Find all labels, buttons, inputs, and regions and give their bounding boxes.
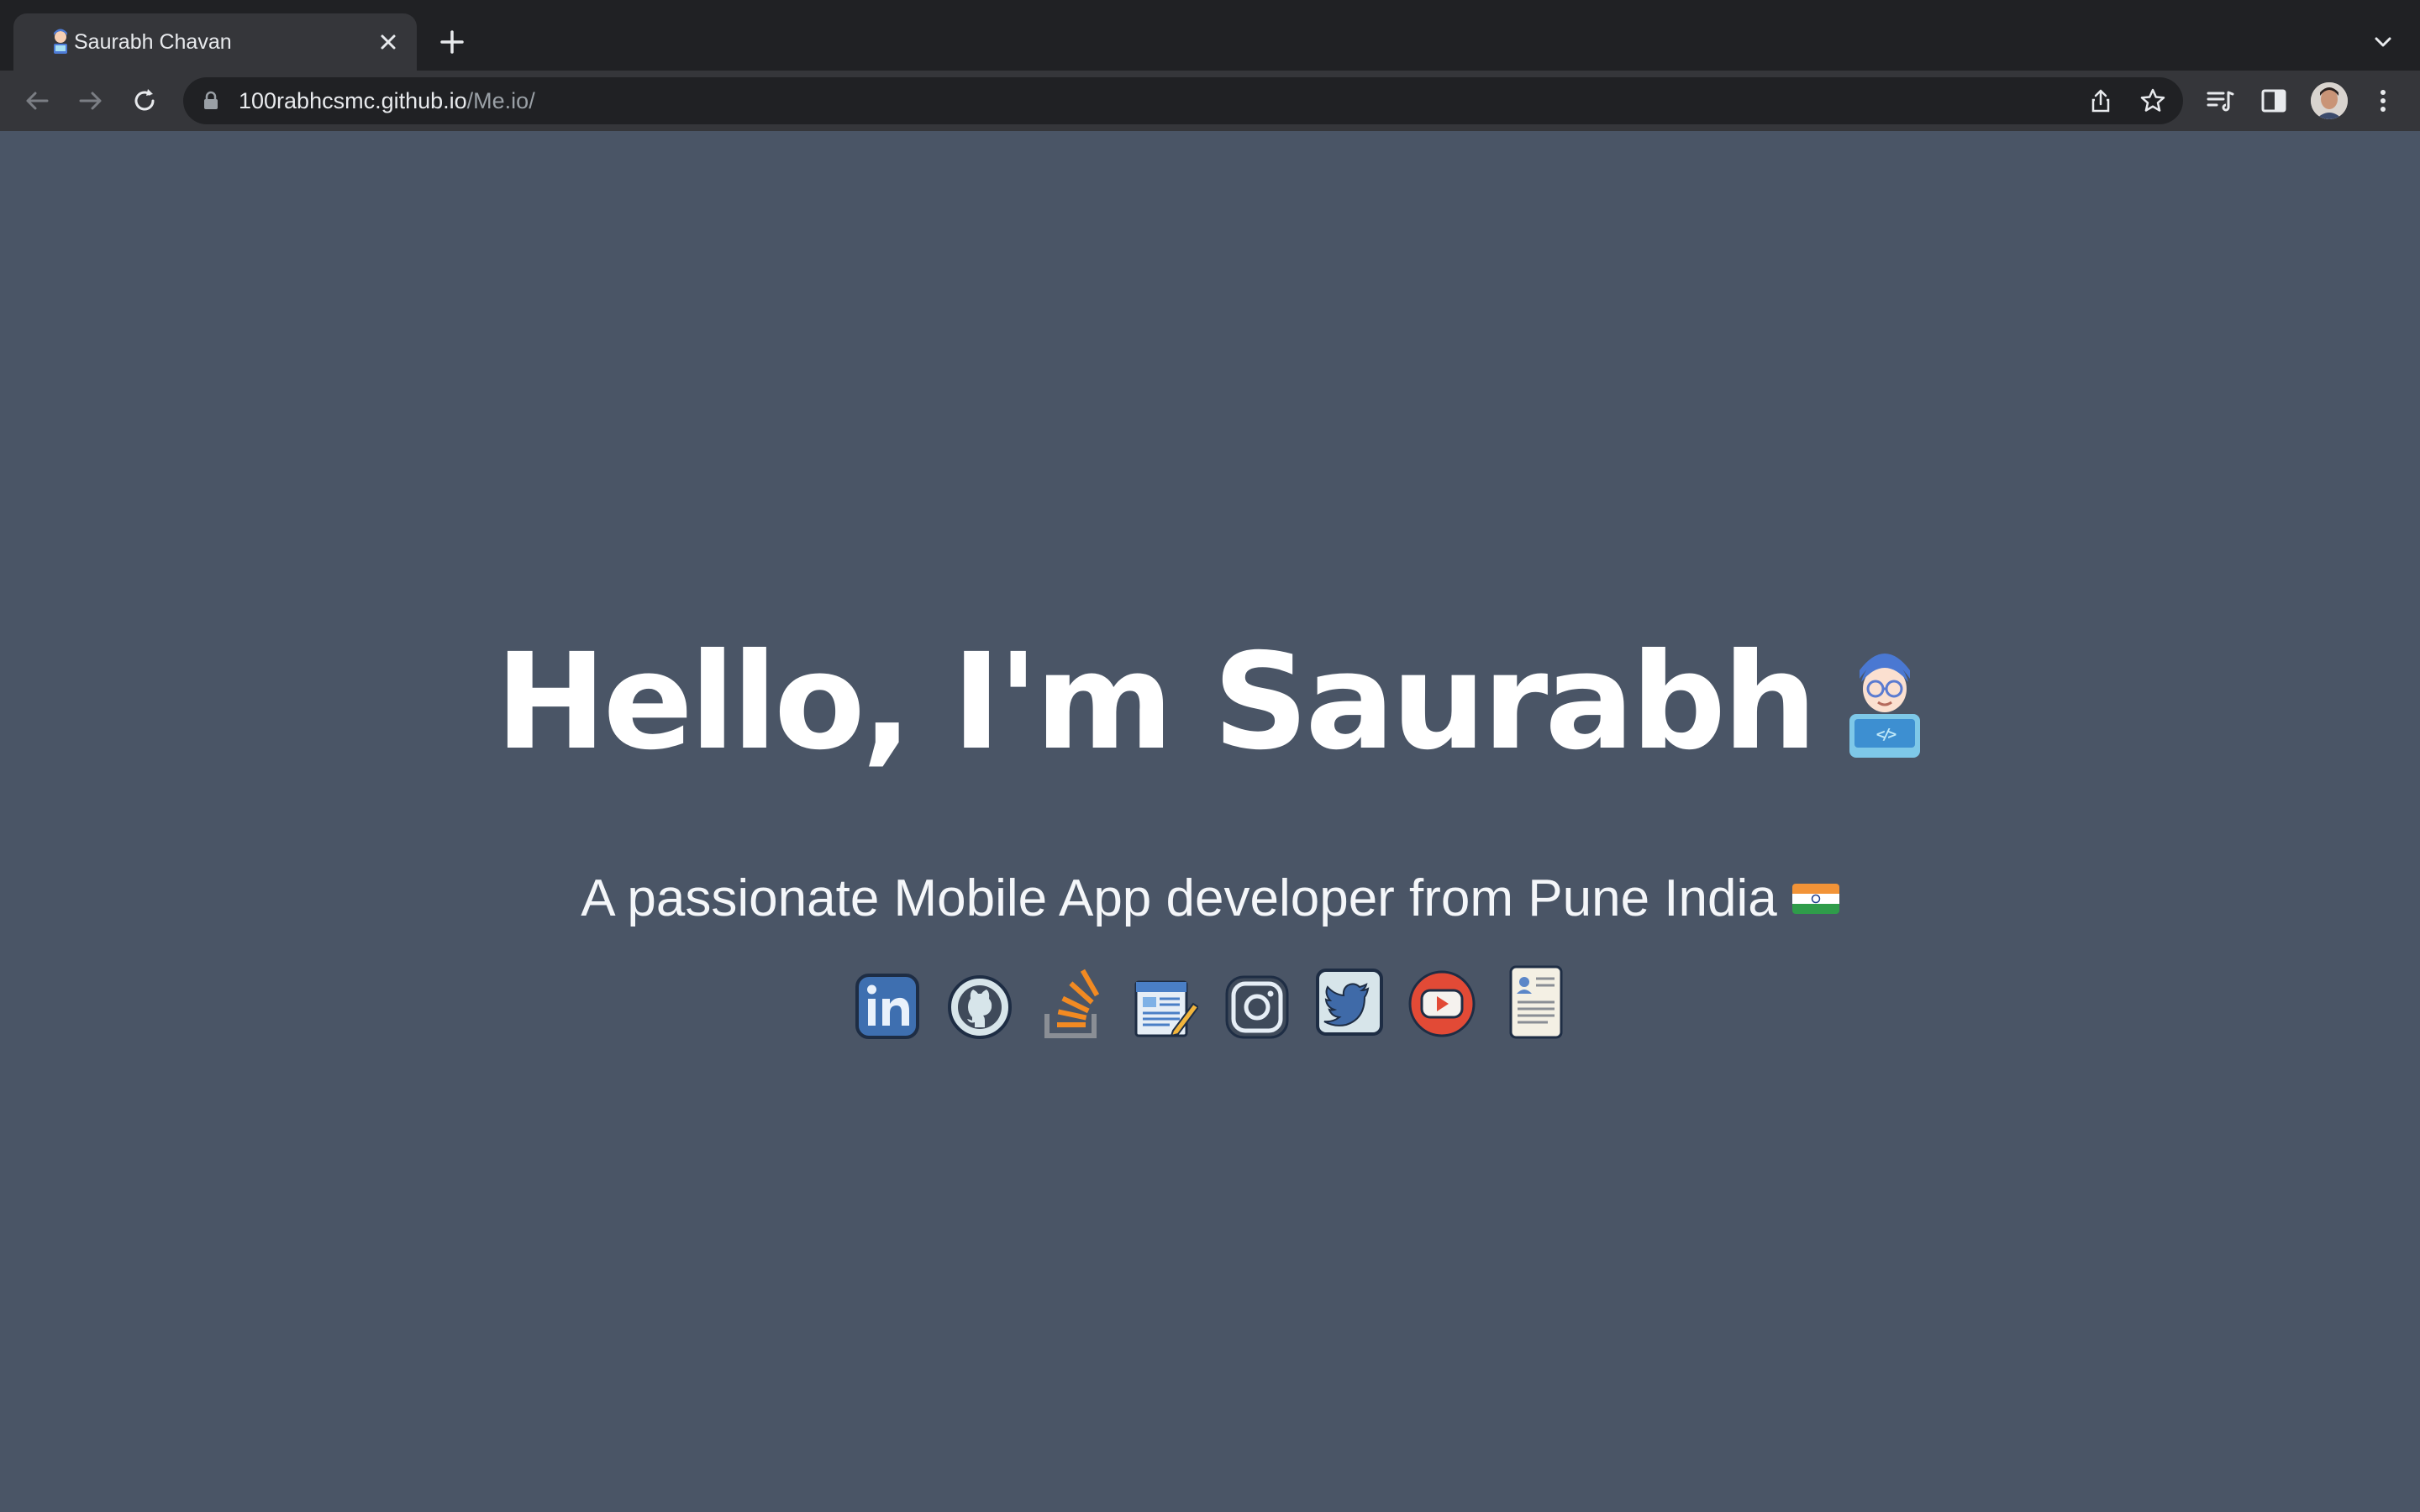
close-tab-icon[interactable] [375, 29, 402, 55]
profile-photo-icon [2311, 82, 2348, 119]
stackoverflow-icon [1044, 969, 1100, 1038]
twitter-link[interactable] [1316, 965, 1383, 1041]
blog-link[interactable] [1131, 965, 1200, 1041]
tab-title: Saurabh Chavan [74, 30, 232, 54]
resume-link[interactable] [1501, 965, 1568, 1041]
linkedin-icon [855, 974, 919, 1039]
headline: Hello, I'm Saurabh </> [495, 618, 1924, 786]
github-link[interactable] [946, 965, 1013, 1041]
linkedin-link[interactable] [854, 965, 921, 1041]
browser-toolbar: 100rabhcsmc.github.io/Me.io/ [0, 71, 2420, 131]
new-tab-plus-icon[interactable] [437, 27, 467, 57]
twitter-icon [1316, 969, 1383, 1036]
headline-text: Hello, I'm Saurabh [495, 625, 1817, 780]
instagram-link[interactable] [1223, 965, 1291, 1041]
back-arrow-icon[interactable] [22, 86, 52, 116]
side-panel-icon[interactable] [2259, 86, 2289, 116]
instagram-icon [1225, 975, 1289, 1039]
share-icon[interactable] [2087, 87, 2114, 114]
address-bar[interactable]: 100rabhcsmc.github.io/Me.io/ [183, 77, 2183, 124]
youtube-link[interactable] [1408, 965, 1476, 1041]
reload-icon[interactable] [129, 86, 160, 116]
youtube-icon [1408, 970, 1476, 1037]
social-links [854, 961, 1568, 1045]
blog-icon [1134, 980, 1200, 1037]
more-menu-dots-icon[interactable] [2368, 86, 2398, 116]
lock-icon[interactable] [202, 91, 220, 111]
tab-search-chevron-icon[interactable] [2371, 30, 2395, 54]
github-icon [948, 975, 1012, 1039]
technologist-emoji-icon: </> [1849, 654, 1920, 758]
hero-section: Hello, I'm Saurabh </> A passionate Mobi… [0, 618, 2420, 932]
forward-arrow-icon[interactable] [76, 86, 106, 116]
browser-tab[interactable]: Saurabh Chavan [13, 13, 417, 71]
url-host: 100rabhcsmc.github.io [239, 88, 467, 113]
browser-tab-bar: Saurabh Chavan [0, 0, 2420, 71]
stackoverflow-link[interactable] [1039, 965, 1106, 1041]
bookmark-star-icon[interactable] [2139, 87, 2166, 114]
reading-list-icon[interactable] [2205, 86, 2235, 116]
page-content: Hello, I'm Saurabh </> A passionate Mobi… [0, 131, 2420, 1512]
profile-avatar[interactable] [2311, 82, 2348, 119]
india-flag-icon [1791, 884, 1839, 914]
resume-icon [1509, 965, 1563, 1039]
url-path: /Me.io/ [466, 88, 535, 113]
url-text[interactable]: 100rabhcsmc.github.io/Me.io/ [239, 87, 535, 114]
subtitle-text: A passionate Mobile App developer from P… [581, 869, 1777, 927]
subtitle: A passionate Mobile App developer from P… [581, 865, 1839, 932]
